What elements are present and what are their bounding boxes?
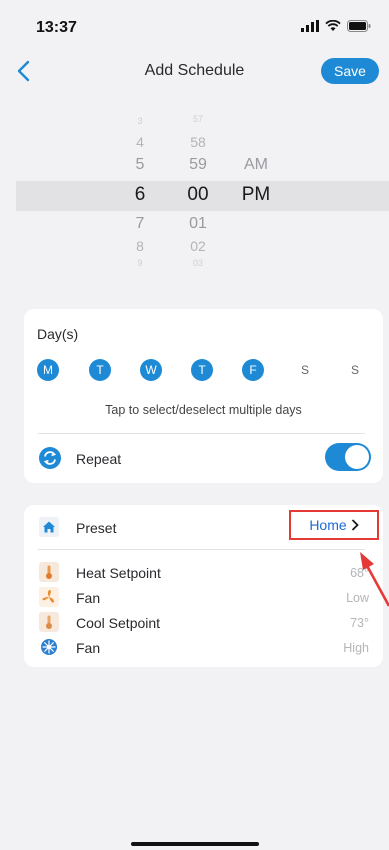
- status-icons: [301, 20, 371, 32]
- picker-meridiem-option[interactable]: AM: [236, 156, 276, 174]
- picker-minute-option[interactable]: 01: [178, 215, 218, 233]
- preset-selector[interactable]: Home: [289, 510, 379, 540]
- cool-setpoint-label: Cool Setpoint: [76, 615, 161, 631]
- day-toggle-sunday[interactable]: S: [344, 359, 366, 381]
- day-toggle-tuesday[interactable]: T: [89, 359, 111, 381]
- fan-label: Fan: [76, 590, 101, 606]
- picker-minute-option[interactable]: 02: [178, 238, 218, 254]
- picker-minute-option[interactable]: 57: [178, 114, 218, 124]
- fan-value: High: [343, 641, 369, 655]
- picker-minute-option[interactable]: 58: [178, 134, 218, 150]
- home-icon: [39, 517, 59, 537]
- time-picker[interactable]: 3 4 5 6 7 8 9 57 58 59 00 01 02 03 AM PM: [0, 98, 389, 308]
- day-toggle-friday[interactable]: F: [242, 359, 264, 381]
- battery-icon: [347, 20, 371, 32]
- divider: [38, 433, 365, 434]
- days-card: Day(s) M T W T F S S Tap to select/desel…: [24, 309, 383, 483]
- save-button[interactable]: Save: [321, 58, 379, 84]
- home-indicator: [131, 842, 259, 846]
- wifi-icon: [325, 20, 341, 31]
- fan-label: Fan: [76, 640, 101, 656]
- thermometer-icon: [39, 612, 59, 632]
- status-time: 13:37: [36, 19, 77, 36]
- repeat-toggle[interactable]: [325, 443, 371, 471]
- heat-setpoint-label: Heat Setpoint: [76, 565, 161, 581]
- day-toggle-monday[interactable]: M: [37, 359, 59, 381]
- repeat-icon: [39, 447, 61, 469]
- fan-high-icon: [39, 637, 59, 657]
- preset-label: Preset: [76, 520, 117, 536]
- picker-minute-selected[interactable]: 00: [178, 184, 218, 206]
- picker-hour-option[interactable]: 7: [125, 215, 155, 233]
- picker-hour-selected[interactable]: 6: [125, 184, 155, 206]
- days-hint: Tap to select/deselect multiple days: [105, 403, 302, 417]
- picker-hour-option[interactable]: 3: [125, 116, 155, 126]
- preset-value: Home: [309, 517, 347, 533]
- picker-hour-option[interactable]: 8: [125, 238, 155, 254]
- picker-minute-option[interactable]: 03: [178, 258, 218, 268]
- picker-minute-option[interactable]: 59: [178, 156, 218, 174]
- picker-hour-option[interactable]: 5: [125, 156, 155, 174]
- day-toggle-saturday[interactable]: S: [294, 359, 316, 381]
- cool-setpoint-value: 73°: [350, 616, 369, 630]
- signal-icon: [301, 20, 319, 32]
- status-bar: 13:37: [0, 0, 389, 48]
- annotation-arrow-icon: [360, 552, 389, 607]
- preset-card: Preset Home Heat Setpoint 68° Fan Low Co…: [24, 505, 383, 667]
- day-toggle-wednesday[interactable]: W: [140, 359, 162, 381]
- picker-meridiem-selected[interactable]: PM: [236, 184, 276, 206]
- fan-icon: [39, 587, 59, 607]
- days-title: Day(s): [37, 326, 79, 342]
- picker-hour-option[interactable]: 9: [125, 258, 155, 268]
- toggle-knob: [345, 445, 369, 469]
- picker-hour-option[interactable]: 4: [125, 134, 155, 150]
- day-toggle-thursday[interactable]: T: [191, 359, 213, 381]
- repeat-label: Repeat: [76, 451, 122, 467]
- navigation-bar: Add Schedule Save: [0, 48, 389, 94]
- divider: [38, 549, 365, 550]
- thermometer-icon: [39, 562, 59, 582]
- chevron-right-icon: [351, 519, 359, 531]
